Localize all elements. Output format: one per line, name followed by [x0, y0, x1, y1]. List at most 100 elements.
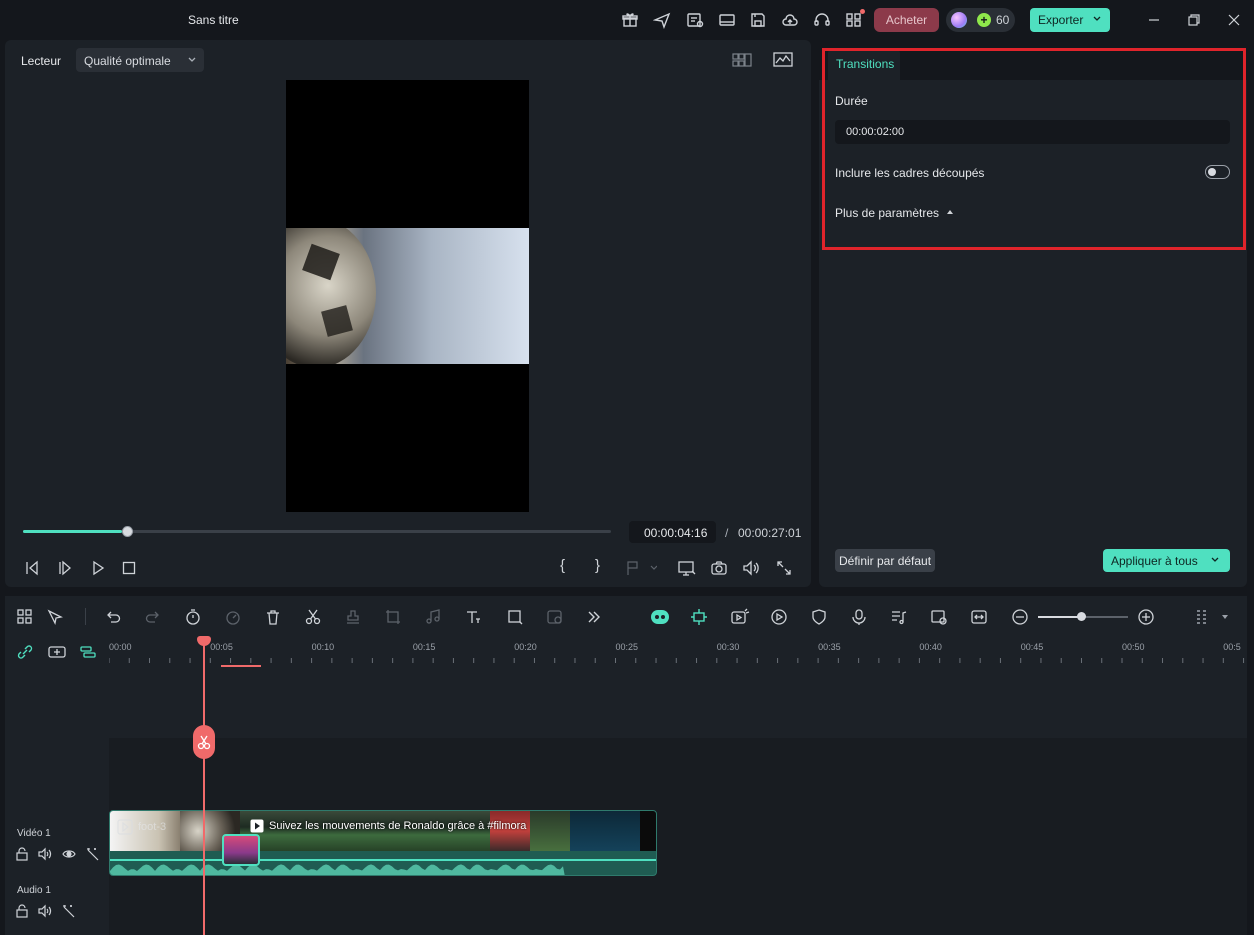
- eye-icon[interactable]: [62, 847, 76, 861]
- layout-grid-icon[interactable]: [16, 608, 34, 626]
- clip2-thumbnail: [530, 811, 570, 851]
- chevron-down-icon: [1210, 554, 1220, 566]
- clip2-thumbnail: [570, 811, 640, 851]
- zoom-slider-handle[interactable]: [1077, 612, 1086, 621]
- gift-icon[interactable]: [621, 11, 639, 29]
- delete-icon[interactable]: [264, 608, 282, 626]
- fullscreen-icon[interactable]: [775, 559, 793, 577]
- play-badge-icon: [117, 819, 133, 835]
- video-clip[interactable]: foot-3 Suivez les mouvements de Ronaldo …: [109, 810, 657, 876]
- mark-out-icon[interactable]: }: [595, 557, 600, 574]
- magic-wand-icon[interactable]: [62, 904, 76, 918]
- scissors-cut-icon[interactable]: [193, 725, 215, 759]
- stamp-icon[interactable]: [344, 608, 362, 626]
- audio-list-icon[interactable]: [890, 608, 908, 626]
- color-effect-icon[interactable]: [546, 608, 564, 626]
- audio-track-label: Audio 1: [17, 885, 51, 896]
- ai-robot-icon[interactable]: [650, 608, 669, 626]
- close-icon[interactable]: [1226, 12, 1242, 28]
- send-icon[interactable]: [653, 11, 671, 29]
- ruler-label: 00:20: [514, 642, 537, 652]
- credits-plus-icon: +: [977, 13, 991, 27]
- speed-icon[interactable]: [224, 608, 242, 626]
- current-time-field[interactable]: 00:00:04:16: [629, 521, 716, 543]
- play-circle-icon[interactable]: [770, 608, 788, 626]
- audio-music-icon[interactable]: [424, 608, 442, 626]
- quality-select[interactable]: Qualité optimale: [76, 48, 204, 72]
- stop-icon[interactable]: [120, 559, 138, 577]
- undo-icon[interactable]: [104, 608, 122, 626]
- restore-icon[interactable]: [1186, 12, 1202, 28]
- next-frame-icon[interactable]: [56, 559, 74, 577]
- quality-value: Qualité optimale: [84, 54, 171, 68]
- minimize-icon[interactable]: [1146, 12, 1162, 28]
- mute-speaker-icon[interactable]: [38, 847, 52, 861]
- fit-width-icon[interactable]: [970, 608, 988, 626]
- lock-icon[interactable]: [15, 847, 29, 861]
- shape-icon[interactable]: [506, 608, 524, 626]
- lock-icon[interactable]: [15, 904, 29, 918]
- mute-speaker-icon[interactable]: [38, 904, 52, 918]
- empty-track-area: [5, 738, 1247, 808]
- time-ruler[interactable]: [109, 636, 1247, 666]
- caret-down-icon[interactable]: [1220, 608, 1238, 626]
- seek-handle[interactable]: [122, 526, 134, 537]
- save-icon[interactable]: [749, 11, 767, 29]
- toolbar-divider: [85, 608, 86, 625]
- crop-icon[interactable]: [384, 608, 402, 626]
- clip1-title: foot-3: [138, 821, 167, 833]
- timer-icon[interactable]: [184, 608, 202, 626]
- zoom-out-icon[interactable]: [1011, 608, 1029, 626]
- scissors-icon[interactable]: [304, 608, 322, 626]
- headset-icon[interactable]: [813, 11, 831, 29]
- redo-icon[interactable]: [144, 608, 162, 626]
- text-icon[interactable]: [464, 608, 482, 626]
- ruler-label: 00:25: [615, 642, 639, 652]
- ruler-label: 00:40: [919, 642, 942, 652]
- work-area-marker: [221, 665, 261, 667]
- shield-icon[interactable]: [810, 608, 828, 626]
- play-badge-icon: [250, 819, 264, 833]
- transition-marker[interactable]: [222, 834, 260, 866]
- zoom-in-icon[interactable]: [1137, 608, 1155, 626]
- media-library-icon[interactable]: [686, 11, 704, 29]
- export-label: Exporter: [1038, 13, 1084, 27]
- ai-snap-icon[interactable]: [690, 608, 708, 626]
- ai-video-icon[interactable]: [730, 608, 750, 626]
- total-time: 00:00:27:01: [738, 526, 802, 540]
- mark-in-icon[interactable]: {: [560, 557, 565, 574]
- title-bar: Sans titre Acheter + 60 Exporter: [0, 0, 1254, 40]
- credits-count: 60: [996, 13, 1010, 27]
- export-button[interactable]: Exporter: [1030, 8, 1110, 32]
- microphone-icon[interactable]: [850, 608, 868, 626]
- playhead-line[interactable]: [203, 640, 205, 935]
- media-settings-icon[interactable]: [930, 608, 948, 626]
- ruler-label: 00:45: [1020, 642, 1044, 652]
- cloud-upload-icon[interactable]: [781, 11, 799, 29]
- play-icon[interactable]: [89, 559, 107, 577]
- volume-icon[interactable]: [742, 559, 760, 577]
- snapshot-icon[interactable]: [710, 559, 728, 577]
- notification-dot: [860, 9, 865, 14]
- select-tool-icon[interactable]: [46, 608, 64, 626]
- layout-icon[interactable]: [718, 11, 736, 29]
- add-track-icon[interactable]: [47, 644, 67, 660]
- ruler-label: 00:5: [1223, 642, 1241, 652]
- image-waveform-icon[interactable]: [773, 51, 793, 69]
- grid-view-icon[interactable]: [732, 52, 752, 68]
- ruler-label: 00:50: [1122, 642, 1145, 652]
- properties-panel: Transitions Durée 00:00:02:00 Inclure le…: [819, 40, 1247, 587]
- magnet-icon[interactable]: [79, 644, 97, 660]
- apply-all-button[interactable]: Appliquer à tous: [1103, 549, 1230, 572]
- credits-pill[interactable]: + 60: [946, 8, 1015, 32]
- track-layout-icon[interactable]: [1193, 608, 1211, 626]
- ruler-label: 00:10: [311, 642, 335, 652]
- link-icon[interactable]: [16, 644, 34, 660]
- set-default-button[interactable]: Définir par défaut: [835, 549, 935, 572]
- previous-frame-icon[interactable]: [23, 559, 41, 577]
- magic-wand-icon[interactable]: [86, 847, 100, 861]
- more-tools-icon[interactable]: [585, 608, 603, 626]
- marker-icon: [625, 560, 657, 576]
- display-icon[interactable]: [677, 559, 697, 577]
- buy-button[interactable]: Acheter: [874, 8, 939, 32]
